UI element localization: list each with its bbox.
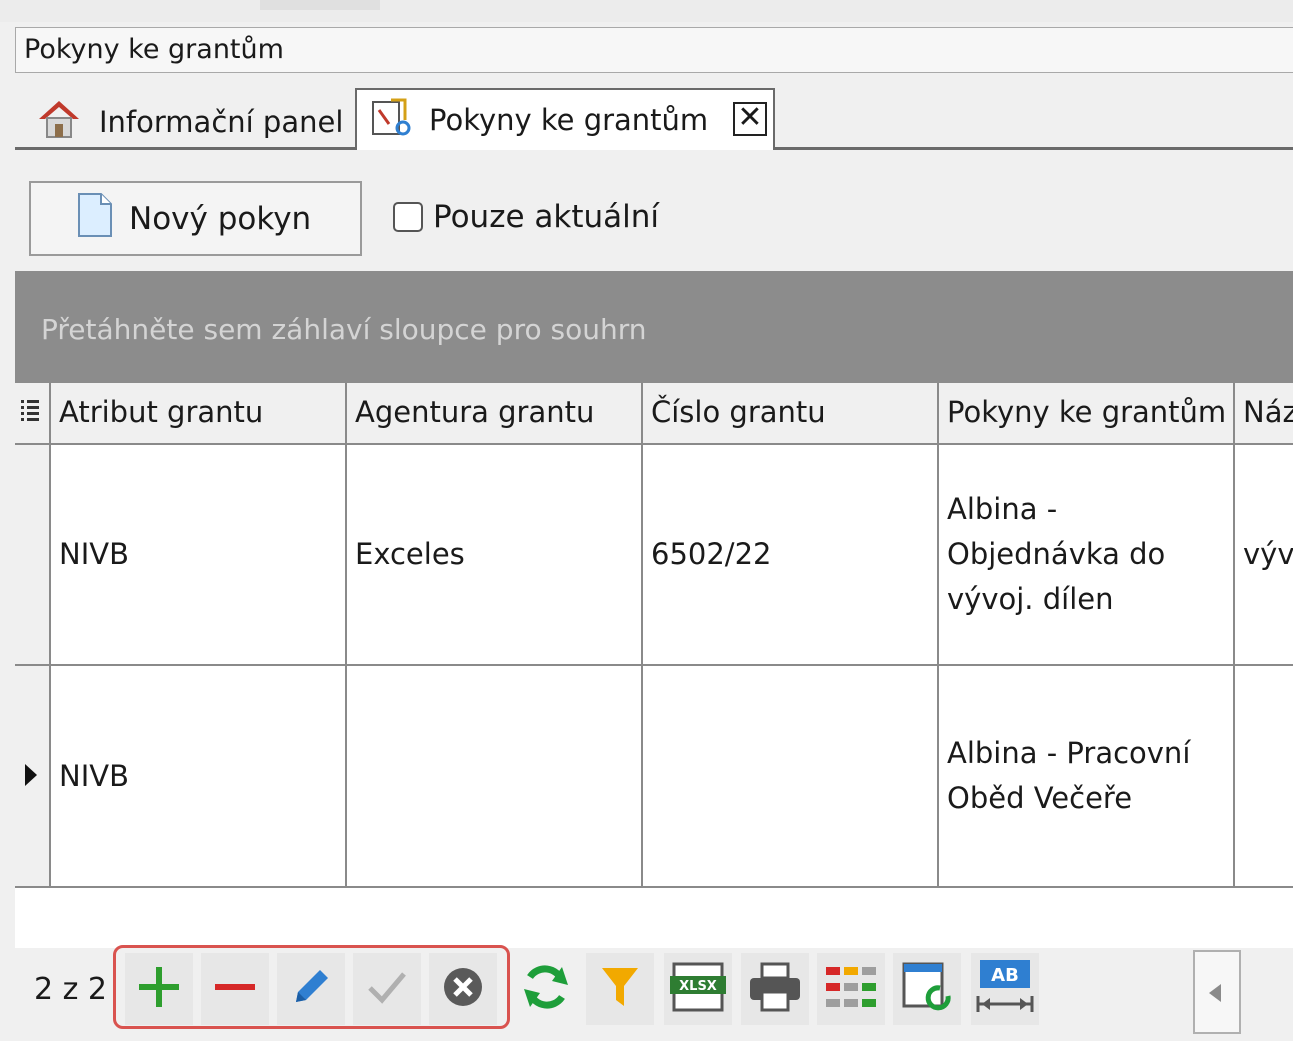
home-icon bbox=[37, 99, 81, 146]
record-counter: 2 z 2 bbox=[34, 972, 107, 1007]
color-grid-icon bbox=[824, 965, 878, 1013]
new-instruction-button[interactable]: Nový pokyn bbox=[29, 181, 362, 256]
refresh-button[interactable] bbox=[512, 953, 580, 1025]
row-indicator[interactable] bbox=[15, 666, 51, 888]
cell-agentura[interactable] bbox=[347, 666, 643, 888]
cell-cislo[interactable]: 6502/22 bbox=[643, 445, 939, 666]
horizontal-scroll-left-button[interactable] bbox=[1193, 950, 1241, 1034]
layout-refresh-icon bbox=[900, 960, 954, 1018]
cell-atribut[interactable]: NIVB bbox=[51, 666, 347, 888]
cell-atribut[interactable]: NIVB bbox=[51, 445, 347, 666]
autofit-width-icon: AB bbox=[974, 958, 1036, 1020]
grant-notes-icon bbox=[369, 96, 411, 145]
svg-text:AB: AB bbox=[991, 965, 1019, 986]
tab-informacni-panel[interactable]: Informační panel bbox=[15, 96, 355, 148]
filter-icon bbox=[598, 964, 642, 1014]
close-icon[interactable]: ✕ bbox=[733, 102, 767, 136]
column-header-atribut[interactable]: Atribut grantu bbox=[51, 383, 347, 445]
tab-label: Informační panel bbox=[99, 105, 344, 139]
cell-agentura[interactable]: Exceles bbox=[347, 445, 643, 666]
reset-layout-button[interactable] bbox=[893, 953, 961, 1025]
refresh-icon bbox=[518, 959, 574, 1019]
current-only-checkbox[interactable]: Pouze aktuální bbox=[393, 199, 659, 235]
new-document-icon bbox=[75, 192, 115, 246]
cell-nazev[interactable]: výv bbox=[1235, 445, 1293, 666]
column-header-nazev[interactable]: Náz bbox=[1235, 383, 1293, 445]
window-title-field: Pokyny ke grantům bbox=[15, 27, 1293, 73]
cell-pokyny[interactable]: Albina - Objednávka do vývoj. dílen bbox=[939, 445, 1235, 666]
group-panel[interactable]: Přetáhněte sem záhlaví sloupce pro souhr… bbox=[15, 271, 1293, 383]
cell-nazev[interactable] bbox=[1235, 666, 1293, 888]
column-chooser-icon[interactable] bbox=[21, 395, 39, 429]
tab-strip: Informační panel Pokyny ke grantům ✕ bbox=[15, 86, 1293, 150]
top-tab-tail bbox=[260, 0, 380, 10]
export-xlsx-button[interactable]: XLSX bbox=[664, 953, 732, 1025]
column-chooser-header[interactable] bbox=[15, 383, 51, 445]
window-top-strip bbox=[0, 0, 1293, 22]
current-row-arrow-icon bbox=[25, 754, 37, 799]
tab-pokyny-ke-grantum[interactable]: Pokyny ke grantům ✕ bbox=[355, 88, 775, 150]
printer-icon bbox=[748, 962, 802, 1016]
filter-button[interactable] bbox=[586, 953, 654, 1025]
current-only-label: Pouze aktuální bbox=[433, 199, 660, 235]
xlsx-export-icon: XLSX bbox=[668, 962, 728, 1016]
column-header-agentura[interactable]: Agentura grantu bbox=[347, 383, 643, 445]
data-grid: Atribut grantu Agentura grantu Číslo gra… bbox=[15, 383, 1293, 888]
row-indicator[interactable] bbox=[15, 445, 51, 666]
new-instruction-label: Nový pokyn bbox=[129, 200, 312, 237]
checkbox-box[interactable] bbox=[393, 202, 423, 232]
print-button[interactable] bbox=[741, 953, 809, 1025]
group-panel-hint: Přetáhněte sem záhlaví sloupce pro souhr… bbox=[41, 313, 647, 346]
cell-cislo[interactable] bbox=[643, 666, 939, 888]
column-layout-button[interactable] bbox=[817, 953, 885, 1025]
column-header-pokyny[interactable]: Pokyny ke grantům bbox=[939, 383, 1235, 445]
column-header-cislo[interactable]: Číslo grantu bbox=[643, 383, 939, 445]
grid-empty-area bbox=[15, 888, 1293, 948]
tab-label: Pokyny ke grantům bbox=[429, 103, 709, 137]
autofit-columns-button[interactable]: AB bbox=[971, 953, 1039, 1025]
cell-pokyny[interactable]: Albina - Pracovní Oběd Večeře bbox=[939, 666, 1235, 888]
edit-toolbar-highlight bbox=[113, 945, 510, 1029]
svg-text:XLSX: XLSX bbox=[679, 979, 717, 994]
